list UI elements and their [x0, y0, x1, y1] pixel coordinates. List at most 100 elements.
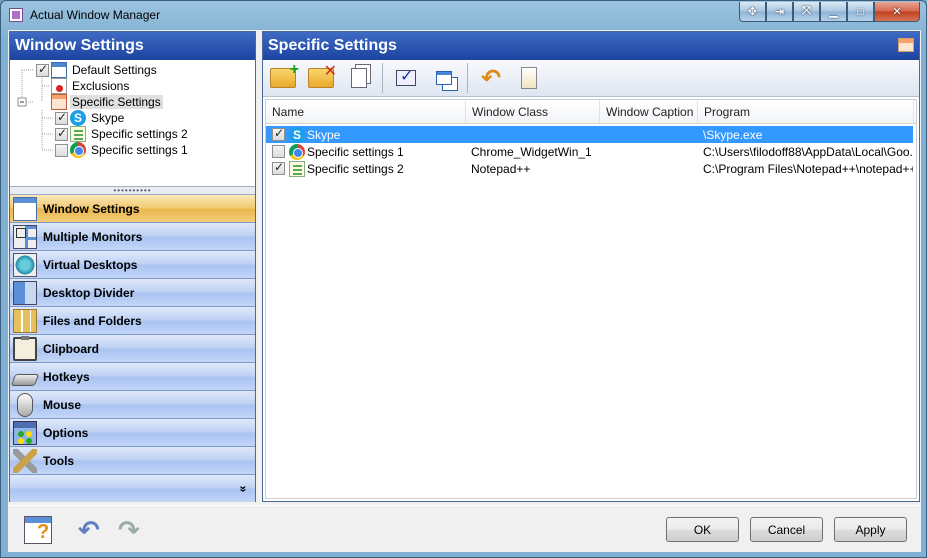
window-list-button[interactable] — [428, 62, 460, 94]
enable-all-button[interactable] — [390, 62, 422, 94]
undo-button[interactable]: ↶ — [475, 62, 507, 94]
windows-icon — [436, 71, 452, 85]
app-icon[interactable] — [9, 8, 23, 22]
panel-splitter-handle[interactable]: •••••••••• — [10, 186, 255, 195]
notepad-icon — [70, 126, 86, 142]
nav-hotkeys[interactable]: Hotkeys — [10, 363, 255, 391]
cell-window-class — [466, 126, 600, 143]
settings-tree[interactable]: Default Settings Exclusions Specific Set… — [10, 60, 255, 187]
check-window-icon — [396, 70, 416, 86]
table-row[interactable]: Specific settings 2 Notepad++ C:\Program… — [266, 160, 913, 177]
copy-icon — [351, 68, 367, 88]
pin-to-top-button[interactable]: ✥ — [739, 2, 766, 22]
exclusions-icon — [51, 78, 67, 94]
chevron-double-down-icon[interactable]: » — [237, 485, 251, 492]
multiple-monitors-icon — [13, 224, 37, 249]
minimize-to-tray-button[interactable]: ⇥ — [766, 2, 793, 22]
tree-item-specific-settings[interactable]: Specific Settings — [49, 94, 163, 110]
nav-options[interactable]: Options — [10, 419, 255, 447]
tree-item-label: Specific Settings — [70, 95, 163, 109]
cancel-button[interactable]: Cancel — [750, 517, 823, 542]
row-name: Specific settings 1 — [307, 144, 404, 159]
close-button[interactable]: ✕ — [874, 2, 920, 22]
minimize-button[interactable]: ▁ — [820, 2, 847, 22]
list-header: Name Window Class Window Caption Program — [266, 100, 916, 124]
cell-window-class: Chrome_WidgetWin_1 — [471, 144, 592, 159]
nav-tools[interactable]: Tools — [10, 447, 255, 475]
notepad-icon — [289, 160, 305, 177]
specific-settings-list[interactable]: Name Window Class Window Caption Program… — [265, 99, 917, 499]
table-row[interactable]: Specific settings 1 Chrome_WidgetWin_1 C… — [266, 143, 913, 160]
mouse-icon — [17, 392, 33, 417]
nav-label: Options — [43, 425, 89, 440]
copy-button[interactable] — [343, 62, 375, 94]
row-checkbox[interactable] — [272, 145, 285, 158]
delete-button[interactable]: ✕ — [305, 62, 337, 94]
tree-item-exclusions[interactable]: Exclusions — [49, 78, 131, 94]
nav-virtual-desktops[interactable]: Virtual Desktops — [10, 251, 255, 279]
column-header-name[interactable]: Name — [266, 100, 466, 123]
skype-checkbox[interactable] — [55, 110, 68, 125]
column-header-window-caption[interactable]: Window Caption — [600, 100, 698, 123]
maximize-button[interactable]: □ — [847, 2, 874, 22]
window-settings-icon — [13, 196, 37, 221]
nav-label: Multiple Monitors — [43, 229, 143, 244]
tree-item-skype[interactable]: S Skype — [55, 110, 126, 126]
tree-item-label: Skype — [91, 111, 125, 125]
cell-name: Specific settings 1 — [266, 143, 466, 160]
tree-item-specific-settings-2[interactable]: Specific settings 2 — [55, 126, 190, 142]
right-panel-header: Specific Settings — [263, 32, 919, 60]
nav-label: Clipboard — [43, 341, 99, 356]
row-checkbox[interactable] — [272, 126, 285, 141]
document-icon — [521, 67, 537, 89]
tree-item-default-settings[interactable]: Default Settings — [36, 62, 159, 78]
nav-desktop-divider[interactable]: Desktop Divider — [10, 279, 255, 307]
help-icon[interactable] — [24, 516, 52, 544]
left-panel: Window Settings ✓ Default Settings Exclu… — [9, 31, 256, 502]
ok-button[interactable]: OK — [666, 517, 739, 542]
move-to-monitor-button[interactable]: ⤧ — [793, 2, 820, 22]
plus-icon: + — [289, 61, 299, 78]
options-icon — [13, 420, 37, 445]
chrome-icon — [289, 143, 305, 160]
desktop-divider-icon — [13, 280, 37, 305]
toolbar-separator — [467, 63, 468, 93]
bottom-bar: ↶ ↷ OK Cancel Apply — [8, 505, 921, 552]
skype-icon: S — [70, 110, 86, 126]
apply-button[interactable]: Apply — [834, 517, 907, 542]
nav-mouse[interactable]: Mouse — [10, 391, 255, 419]
row-name: Skype — [307, 127, 341, 142]
column-header-window-class[interactable]: Window Class — [466, 100, 600, 123]
table-row[interactable]: S Skype \Skype.exe — [266, 126, 913, 143]
default-settings-checkbox[interactable] — [36, 62, 49, 77]
import-button[interactable] — [513, 62, 545, 94]
tree-item-label: Specific settings 2 — [91, 127, 188, 141]
tree-item-label: Specific settings 1 — [91, 143, 188, 157]
nav-label: Hotkeys — [43, 369, 90, 384]
undo-arrow-icon: ↶ — [480, 64, 502, 92]
specific-settings-1-checkbox[interactable] — [55, 143, 68, 157]
tree-lines — [17, 69, 54, 151]
cell-program: \Skype.exe — [703, 127, 763, 142]
cell-name: Specific settings 2 — [266, 160, 466, 177]
tools-icon — [13, 448, 37, 473]
row-checkbox[interactable] — [272, 160, 285, 175]
add-button[interactable]: + — [267, 61, 299, 94]
tree-item-specific-settings-1[interactable]: Specific settings 1 — [55, 142, 190, 158]
column-header-program[interactable]: Program — [698, 100, 914, 123]
specific-settings-2-checkbox[interactable] — [55, 126, 68, 141]
nav-window-settings[interactable]: Window Settings — [10, 195, 255, 223]
redo-icon[interactable]: ↷ — [118, 516, 146, 544]
files-and-folders-icon — [13, 308, 37, 333]
nav-label: Mouse — [43, 397, 82, 412]
title-bar[interactable]: Actual Window Manager ✥ ⇥ ⤧ ▁ □ ✕ — [1, 1, 926, 29]
nav-clipboard[interactable]: Clipboard — [10, 335, 255, 363]
clipboard-icon — [13, 335, 37, 361]
toolbar-separator — [382, 63, 383, 93]
cell-window-caption — [600, 143, 698, 160]
chrome-icon — [70, 142, 86, 158]
nav-files-and-folders[interactable]: Files and Folders — [10, 307, 255, 335]
undo-icon[interactable]: ↶ — [78, 516, 106, 544]
nav-multiple-monitors[interactable]: Multiple Monitors — [10, 223, 255, 251]
left-panel-title: Window Settings — [10, 32, 255, 60]
